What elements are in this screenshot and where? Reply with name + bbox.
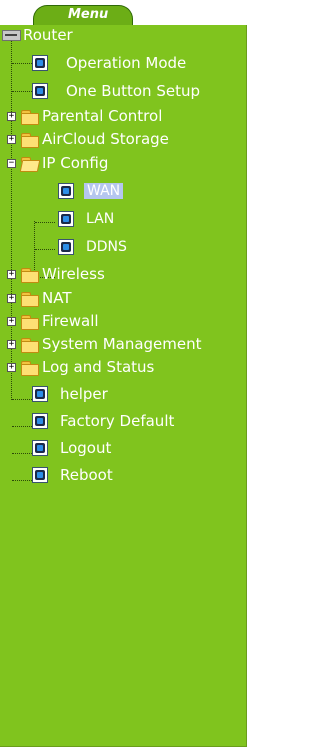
menu-folder-label: Log and Status — [42, 358, 155, 376]
page-icon — [32, 55, 48, 71]
menu-item-logout[interactable]: Logout — [32, 437, 111, 459]
tree-branch — [12, 63, 32, 64]
folder-icon — [21, 314, 39, 330]
menu-folder-label: Parental Control — [42, 107, 163, 125]
expand-aircloud-storage-icon[interactable]: + — [7, 135, 16, 144]
menu-item-label: WAN — [84, 183, 124, 199]
page-icon — [58, 239, 74, 255]
menu-folder-label: System Management — [42, 335, 202, 353]
tree-branch — [12, 453, 32, 454]
menu-folder-parental-control[interactable]: Parental Control — [21, 105, 162, 127]
expand-nat-icon[interactable]: + — [7, 294, 16, 303]
menu-folder-wireless[interactable]: Wireless — [21, 263, 105, 285]
folder-open-icon — [21, 156, 38, 170]
tree-branch — [12, 91, 32, 92]
menu-folder-ip-config[interactable]: IP Config — [21, 152, 108, 174]
menu-folder-label: Wireless — [42, 265, 105, 283]
tree-branch — [12, 480, 32, 481]
menu-item-helper[interactable]: helper — [32, 383, 108, 405]
menu-item-ddns[interactable]: DDNS — [58, 236, 127, 258]
folder-icon — [21, 360, 39, 376]
menu-title: Menu — [68, 7, 109, 22]
folder-icon — [21, 109, 39, 125]
page-icon — [32, 386, 48, 402]
page-icon — [32, 413, 48, 429]
expand-wireless-icon[interactable]: + — [7, 270, 16, 279]
menu-folder-label: IP Config — [42, 154, 109, 172]
menu-item-label: One Button Setup — [66, 82, 200, 100]
page-icon — [32, 83, 48, 99]
expand-parental-control-icon[interactable]: + — [7, 112, 16, 121]
folder-icon — [21, 132, 39, 148]
page-icon — [58, 183, 74, 199]
collapse-ip-config-icon[interactable]: − — [7, 159, 16, 168]
menu-folder-nat[interactable]: NAT — [21, 287, 71, 309]
folder-icon — [21, 337, 39, 353]
menu-item-label: Logout — [60, 439, 112, 457]
folder-icon — [21, 267, 39, 283]
expand-log-and-status-icon[interactable]: + — [7, 363, 16, 372]
menu-item-one-button-setup[interactable]: One Button Setup — [32, 80, 200, 102]
menu-folder-system-management[interactable]: System Management — [21, 333, 202, 355]
expand-system-management-icon[interactable]: + — [7, 340, 16, 349]
menu-item-reboot[interactable]: Reboot — [32, 464, 113, 486]
menu-folder-label: Firewall — [42, 312, 99, 330]
tree-branch — [12, 399, 32, 400]
menu-folder-log-and-status[interactable]: Log and Status — [21, 356, 154, 378]
router-icon — [2, 29, 21, 41]
menu-folder-firewall[interactable]: Firewall — [21, 310, 99, 332]
menu-item-factory-default[interactable]: Factory Default — [32, 410, 174, 432]
menu-item-label: Reboot — [60, 466, 113, 484]
page-icon — [32, 467, 48, 483]
expand-firewall-icon[interactable]: + — [7, 317, 16, 326]
menu-folder-label: NAT — [42, 289, 72, 307]
menu-folder-label: AirCloud Storage — [42, 130, 169, 148]
page-icon — [58, 211, 74, 227]
menu-item-label: Factory Default — [60, 412, 175, 430]
menu-tab: Menu — [33, 5, 133, 26]
menu-folder-aircloud-storage[interactable]: AirCloud Storage — [21, 128, 169, 150]
tree-branch — [35, 249, 55, 250]
tree-branch — [35, 222, 55, 223]
menu-item-operation-mode[interactable]: Operation Mode — [32, 52, 186, 74]
tree-branch — [12, 426, 32, 427]
menu-item-label: DDNS — [86, 239, 127, 255]
tree-root-router[interactable]: Router — [2, 24, 73, 46]
menu-item-label: LAN — [86, 211, 115, 227]
tree-root-label: Router — [23, 26, 73, 44]
menu-item-wan[interactable]: WAN — [58, 180, 124, 202]
menu-frame: Menu Router Operation Mode One Button Se… — [0, 0, 247, 747]
folder-icon — [21, 291, 39, 307]
page-icon — [32, 440, 48, 456]
menu-item-label: helper — [60, 385, 108, 403]
menu-item-lan[interactable]: LAN — [58, 208, 114, 230]
menu-item-label: Operation Mode — [66, 54, 187, 72]
